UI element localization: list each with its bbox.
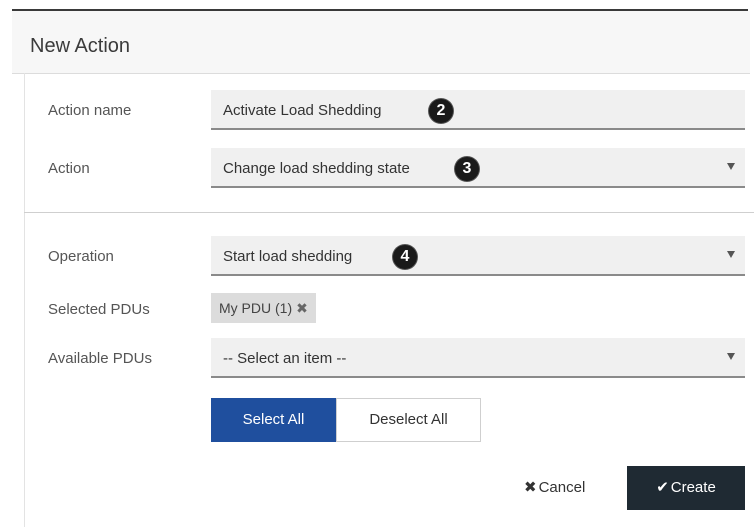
remove-chip-icon[interactable]: ✖	[296, 300, 308, 316]
section-divider	[24, 212, 754, 213]
operation-select-value: Start load shedding	[223, 248, 353, 265]
operation-select[interactable]: Start load shedding 4	[211, 236, 745, 276]
cancel-button[interactable]: ✖ Cancel	[524, 470, 585, 506]
available-pdus-select-value: -- Select an item --	[223, 350, 347, 367]
check-icon: ✔	[656, 479, 669, 496]
callout-marker-3: 3	[455, 157, 479, 181]
selected-pdus-label: Selected PDUs	[48, 301, 150, 318]
action-name-input[interactable]: Activate Load Shedding 2	[211, 90, 745, 130]
selected-pdu-chip-label: My PDU (1)	[219, 300, 293, 316]
deselect-all-button[interactable]: Deselect All	[336, 398, 481, 442]
action-select[interactable]: Change load shedding state 3	[211, 148, 745, 188]
close-icon: ✖	[524, 479, 537, 496]
dialog-title: New Action	[30, 35, 131, 57]
action-name-label: Action name	[48, 102, 132, 119]
select-all-button[interactable]: Select All	[211, 398, 336, 442]
chevron-down-icon	[727, 163, 735, 170]
operation-label: Operation	[48, 248, 114, 265]
create-button-label: Create	[670, 479, 716, 496]
callout-marker-2: 2	[429, 99, 453, 123]
left-border	[24, 73, 25, 527]
action-name-value: Activate Load Shedding	[223, 102, 382, 119]
new-action-dialog: New Action Action name Activate Load She…	[0, 0, 754, 527]
action-label: Action	[48, 160, 90, 177]
callout-marker-4: 4	[393, 245, 417, 269]
action-select-value: Change load shedding state	[223, 160, 410, 177]
create-button[interactable]: ✔ Create	[627, 466, 745, 510]
cancel-button-label: Cancel	[538, 479, 586, 496]
chevron-down-icon	[727, 353, 735, 360]
dialog-header: New Action	[12, 11, 750, 74]
chevron-down-icon	[727, 251, 735, 258]
selected-pdu-chip: My PDU (1) ✖	[211, 293, 316, 323]
available-pdus-select[interactable]: -- Select an item --	[211, 338, 745, 378]
available-pdus-label: Available PDUs	[48, 350, 152, 367]
